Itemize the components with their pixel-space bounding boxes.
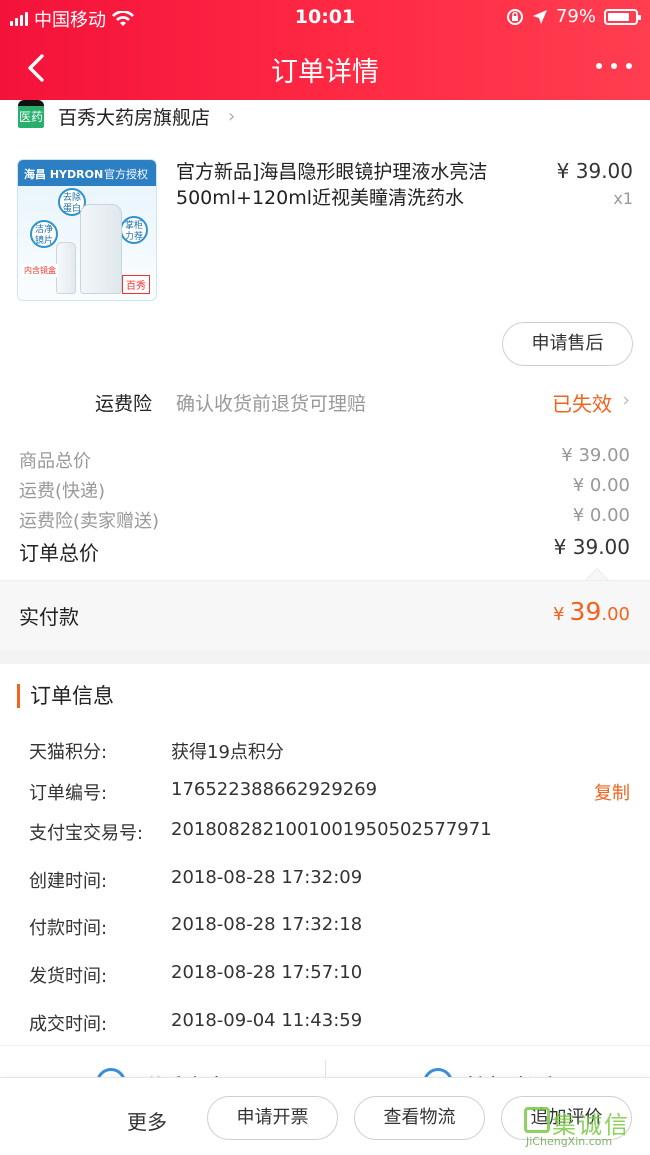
product-item[interactable]: 海昌 HYDRON 官方授权 去除蛋白 洁净镜片 掌柜力荐 内含镜盒 百秀 官方… — [0, 155, 650, 315]
paid-amount: ¥ 39.00 — [553, 597, 630, 626]
watermark-mark — [524, 1107, 550, 1133]
rotation-lock-icon — [506, 8, 523, 25]
order-detail-page: 中国移动 10:01 79% 订单详情 医药 百秀大药房旗舰店 › 海昌 HYD… — [0, 0, 650, 1155]
paid-amount-row: 实付款 ¥ 39.00 — [0, 580, 650, 650]
goods-total-value: ¥ 39.00 — [561, 445, 630, 466]
product-title[interactable]: 官方新品]海昌隐形眼镜护理液水亮洁500ml+120ml近视美瞳清洗药水 — [176, 159, 536, 211]
order-total-value: ¥ 39.00 — [553, 535, 630, 559]
order-info-title: 订单信息 — [17, 684, 114, 708]
watermark-logo: 集诚信 JiChengXin.com — [522, 1105, 642, 1151]
info-row-shipped: 发货时间: 2018-08-28 17:57:10 — [29, 962, 634, 992]
info-row-completed: 成交时间: 2018-09-04 11:43:59 — [29, 1010, 634, 1040]
info-row-points: 天猫积分: 获得19点积分 — [29, 738, 634, 768]
thumbnail-bubble-2: 洁净镜片 — [30, 220, 58, 248]
product-price: ¥ 39.00 — [556, 159, 633, 183]
bottle-small-icon — [56, 242, 76, 294]
status-bar: 中国移动 10:01 79% — [0, 0, 650, 34]
info-key: 成交时间: — [29, 1014, 108, 1035]
status-right: 79% — [506, 6, 641, 27]
more-icon[interactable] — [596, 54, 632, 78]
bottle-large-icon — [80, 204, 122, 294]
shipping-fee-label: 运费(快递) — [19, 481, 106, 502]
info-key: 发货时间: — [29, 966, 108, 987]
info-key: 订单编号: — [29, 783, 108, 804]
thumbnail-brand: 海昌 HYDRON — [24, 168, 104, 181]
info-key: 付款时间: — [29, 918, 108, 939]
thumbnail-tag: 内含镜盒 — [22, 264, 58, 277]
order-total-label: 订单总价 — [19, 541, 99, 565]
thumbnail-bubble-3: 掌柜力荐 — [120, 216, 148, 244]
battery-icon — [604, 8, 641, 25]
battery-percent: 79% — [555, 6, 596, 27]
info-value: 获得19点积分 — [171, 742, 284, 763]
more-button[interactable]: 更多 — [127, 1106, 167, 1135]
info-row-paid: 付款时间: 2018-08-28 17:32:18 — [29, 914, 634, 944]
insurance-label: 运费险 — [95, 393, 153, 415]
info-value: 2018-09-04 11:43:59 — [171, 1010, 363, 1031]
paid-label: 实付款 — [19, 605, 79, 629]
shipping-fee-value: ¥ 0.00 — [572, 475, 630, 496]
invoice-button[interactable]: 申请开票 — [207, 1096, 338, 1140]
product-quantity: x1 — [613, 189, 633, 208]
thumbnail-brand-bar: 海昌 HYDRON 官方授权 — [18, 160, 156, 186]
thumbnail-auth: 官方授权 — [104, 168, 148, 181]
store-row[interactable]: 医药 百秀大药房旗舰店 › — [0, 100, 650, 132]
paid-currency: ¥ — [553, 604, 565, 625]
info-key: 天猫积分: — [29, 742, 108, 763]
location-arrow-icon — [532, 9, 547, 24]
chevron-right-icon: › — [228, 106, 236, 127]
info-key: 创建时间: — [29, 871, 108, 892]
info-row-order-number: 订单编号: 176522388662929269 复制 — [29, 779, 634, 809]
caret-up-icon — [585, 568, 609, 580]
info-key: 支付宝交易号: — [29, 823, 144, 844]
insurance-status: 已失效 — [552, 392, 612, 416]
goods-total-label: 商品总价 — [19, 451, 91, 472]
store-name: 百秀大药房旗舰店 — [58, 107, 211, 129]
logistics-button[interactable]: 查看物流 — [354, 1096, 485, 1140]
info-row-alipay-trade: 支付宝交易号: 2018082821001001950502577971 — [29, 819, 634, 849]
insurance-fee-value: ¥ 0.00 — [572, 505, 630, 526]
info-value: 2018-08-28 17:32:18 — [171, 914, 363, 935]
copy-button[interactable]: 复制 — [594, 779, 630, 805]
nav-bar: 订单详情 — [0, 40, 650, 96]
insurance-fee-label: 运费险(卖家赠送) — [19, 511, 160, 532]
info-row-created: 创建时间: 2018-08-28 17:32:09 — [29, 867, 634, 897]
store-badge: 医药 — [18, 100, 44, 128]
info-value: 2018-08-28 17:32:09 — [171, 867, 363, 888]
header: 中国移动 10:01 79% 订单详情 — [0, 0, 650, 100]
shipping-insurance-row[interactable]: 运费险 确认收货前退货可理赔 已失效 › — [0, 385, 650, 421]
paid-integer: 39 — [569, 597, 602, 626]
insurance-desc: 确认收货前退货可理赔 — [176, 393, 367, 415]
page-title: 订单详情 — [271, 57, 379, 88]
info-value: 2018082821001001950502577971 — [171, 819, 492, 840]
info-value: 2018-08-28 17:57:10 — [171, 962, 363, 983]
section-divider — [0, 650, 650, 664]
after-sale-button[interactable]: 申请售后 — [502, 322, 633, 366]
info-value: 176522388662929269 — [171, 779, 378, 800]
product-thumbnail[interactable]: 海昌 HYDRON 官方授权 去除蛋白 洁净镜片 掌柜力荐 内含镜盒 百秀 — [17, 159, 157, 301]
bottom-action-bar: 更多 申请开票 查看物流 追加评价 集诚信 JiChengXin.com — [0, 1077, 650, 1155]
watermark-url: JiChengXin.com — [526, 1135, 613, 1148]
thumbnail-shop-mark: 百秀 — [122, 275, 150, 294]
paid-decimal: .00 — [601, 604, 630, 625]
chevron-right-icon: › — [622, 389, 630, 411]
